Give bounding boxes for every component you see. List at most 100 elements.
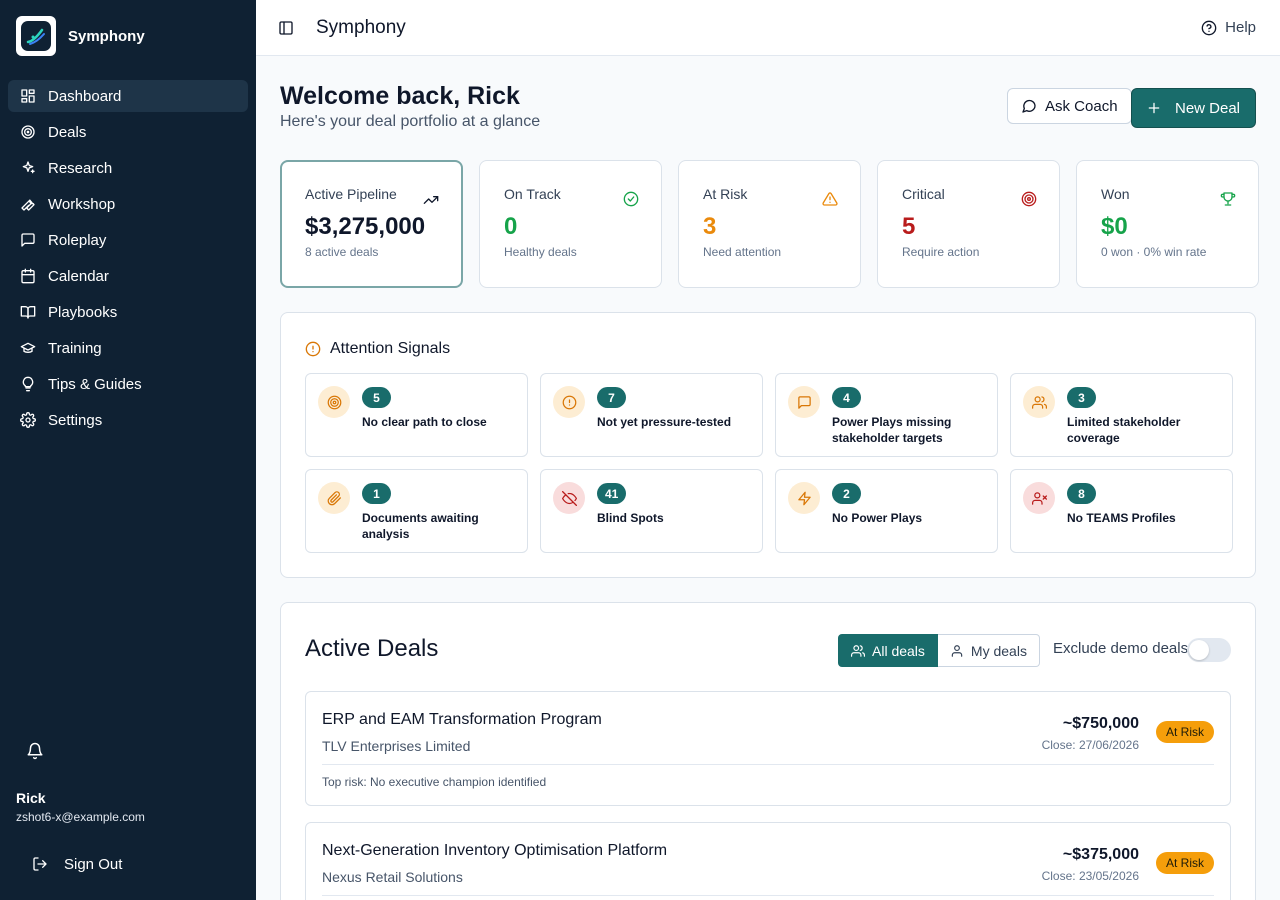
- my-deals-button[interactable]: My deals: [937, 634, 1040, 667]
- stat-card-won[interactable]: Won $0 0 won · 0% win rate: [1076, 160, 1259, 288]
- sidebar-item-label: Settings: [48, 411, 103, 429]
- signal-count: 1: [362, 483, 391, 504]
- user-icon: [951, 644, 963, 657]
- sidebar-item-training[interactable]: Training: [8, 332, 248, 364]
- stat-card-on-track[interactable]: On Track 0 Healthy deals: [479, 160, 662, 288]
- new-deal-label: New Deal: [1174, 99, 1241, 117]
- trophy-icon: [1220, 191, 1236, 207]
- sidebar-item-research[interactable]: Research: [8, 152, 248, 184]
- signal-count: 5: [362, 387, 391, 408]
- eye-off-icon: [553, 482, 585, 514]
- sidebar-item-label: Workshop: [48, 195, 116, 213]
- signal-card-no-teams-profiles[interactable]: 8 No TEAMS Profiles: [1010, 469, 1233, 553]
- lightbulb-icon: [22, 376, 34, 392]
- help-label: Help: [1225, 19, 1256, 36]
- stat-card-critical[interactable]: Critical 5 Require action: [877, 160, 1060, 288]
- signal-card-limited-stakeholder-coverage[interactable]: 3 Limited stakeholder coverage: [1010, 373, 1233, 457]
- deal-company: TLV Enterprises Limited: [322, 738, 471, 754]
- wrench-icon: [21, 199, 35, 211]
- deal-card[interactable]: ERP and EAM Transformation Program TLV E…: [305, 691, 1231, 806]
- signal-label: No clear path to close: [362, 415, 487, 429]
- welcome-header: Welcome back, Rick Here's your deal port…: [280, 82, 540, 131]
- brand[interactable]: Symphony: [0, 0, 256, 72]
- sidebar-item-deals[interactable]: Deals: [8, 116, 248, 148]
- stat-label: Active Pipeline: [305, 186, 397, 202]
- sidebar-item-label: Training: [48, 339, 102, 357]
- sidebar-item-playbooks[interactable]: Playbooks: [8, 296, 248, 328]
- all-deals-button[interactable]: All deals: [838, 634, 938, 667]
- signal-label: Power Plays missing stakeholder targets: [832, 415, 952, 445]
- ask-coach-label: Ask Coach: [1045, 97, 1118, 115]
- active-deals-title: Active Deals: [305, 635, 439, 662]
- deal-card[interactable]: Next-Generation Inventory Optimisation P…: [305, 822, 1231, 900]
- status-badge: At Risk: [1155, 721, 1214, 743]
- attention-signals-panel: Attention Signals 5 No clear path to clo…: [280, 312, 1256, 578]
- signal-card-not-pressure-tested[interactable]: 7 Not yet pressure-tested: [540, 373, 763, 457]
- status-badge: At Risk: [1155, 852, 1214, 874]
- all-deals-label: All deals: [872, 642, 925, 659]
- sidebar-item-workshop[interactable]: Workshop: [8, 188, 248, 220]
- paperclip-icon: [318, 482, 350, 514]
- target-icon: [318, 386, 350, 418]
- stat-card-active-pipeline[interactable]: Active Pipeline $3,275,000 8 active deal…: [280, 160, 463, 288]
- deal-close-date: Close: 23/05/2026: [1041, 869, 1139, 883]
- book-icon: [20, 306, 36, 319]
- ask-coach-button[interactable]: Ask Coach: [1007, 88, 1132, 124]
- sidebar-item-label: Research: [48, 159, 113, 177]
- stat-label: On Track: [504, 186, 561, 202]
- signals-header: Attention Signals: [305, 340, 450, 358]
- notifications-button[interactable]: [26, 742, 46, 762]
- user-name: Rick: [16, 790, 46, 806]
- sign-out-button[interactable]: Sign Out: [16, 848, 138, 880]
- signal-count: 3: [1067, 387, 1096, 408]
- signal-label: No Power Plays: [832, 511, 923, 525]
- sidebar-item-settings[interactable]: Settings: [8, 404, 248, 436]
- users-icon: [851, 644, 865, 657]
- signal-label: Documents awaiting analysis: [362, 511, 479, 541]
- deal-filter-toggle: All deals My deals: [838, 634, 1040, 667]
- stat-value: 5: [902, 213, 916, 240]
- signal-card-power-plays-missing-targets[interactable]: 4 Power Plays missing stakeholder target…: [775, 373, 998, 457]
- alert-circle-icon: [305, 341, 321, 357]
- sidebar-item-tips[interactable]: Tips & Guides: [8, 368, 248, 400]
- stat-sub: Healthy deals: [504, 245, 577, 259]
- dashboard-icon: [21, 89, 35, 103]
- signals-grid: 5 No clear path to close 7 Not yet press…: [305, 373, 1233, 553]
- sidebar-toggle-button[interactable]: [276, 18, 296, 38]
- active-deals-panel: Active Deals All deals My deals Exclude …: [280, 602, 1256, 900]
- plus-icon: [1148, 102, 1160, 114]
- stat-value: $0: [1101, 213, 1128, 240]
- app-name: Symphony: [68, 27, 145, 45]
- help-circle-icon: [1201, 20, 1217, 35]
- signal-count: 4: [832, 387, 861, 408]
- message-square-icon: [788, 386, 820, 418]
- signal-count: 2: [832, 483, 861, 504]
- log-out-icon: [33, 857, 47, 871]
- signal-card-no-power-plays[interactable]: 2 No Power Plays: [775, 469, 998, 553]
- sidebar-item-roleplay[interactable]: Roleplay: [8, 224, 248, 256]
- sidebar-item-calendar[interactable]: Calendar: [8, 260, 248, 292]
- main-content: Welcome back, Rick Here's your deal port…: [256, 56, 1280, 900]
- sidebar-item-dashboard[interactable]: Dashboard: [8, 80, 248, 112]
- sidebar-item-label: Dashboard: [48, 87, 122, 105]
- deal-name: ERP and EAM Transformation Program: [322, 711, 602, 728]
- welcome-subtitle: Here's your deal portfolio at a glance: [280, 113, 541, 130]
- user-info: Rick zshot6-x@example.com: [16, 790, 145, 824]
- exclude-demo-toggle[interactable]: [1187, 638, 1231, 662]
- stat-label: At Risk: [703, 186, 748, 202]
- signal-card-no-clear-path[interactable]: 5 No clear path to close: [305, 373, 528, 457]
- signal-card-documents-awaiting[interactable]: 1 Documents awaiting analysis: [305, 469, 528, 553]
- deal-value: ~$375,000: [1062, 846, 1139, 863]
- new-deal-button[interactable]: New Deal: [1131, 88, 1256, 128]
- stat-label: Won: [1101, 186, 1130, 202]
- welcome-title: Welcome back, Rick: [280, 82, 520, 110]
- bell-icon: [27, 742, 43, 760]
- signal-label: No TEAMS Profiles: [1067, 511, 1176, 525]
- help-button[interactable]: Help: [1197, 19, 1260, 36]
- stat-card-at-risk[interactable]: At Risk 3 Need attention: [678, 160, 861, 288]
- sidebar-item-label: Tips & Guides: [48, 375, 142, 393]
- signal-card-blind-spots[interactable]: 41 Blind Spots: [540, 469, 763, 553]
- stats-row: Active Pipeline $3,275,000 8 active deal…: [280, 160, 1259, 288]
- deal-name: Next-Generation Inventory Optimisation P…: [322, 842, 668, 859]
- signal-label: Not yet pressure-tested: [597, 415, 732, 429]
